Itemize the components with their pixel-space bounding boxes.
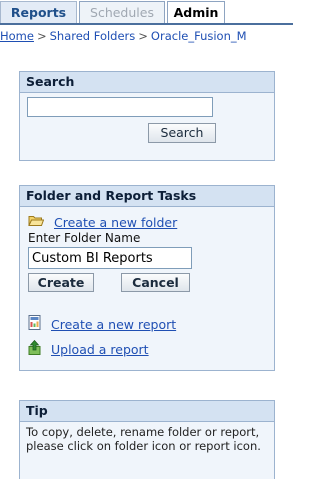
breadcrumb-home-link[interactable]: Home bbox=[0, 29, 34, 43]
tab-schedules[interactable]: Schedules bbox=[79, 1, 165, 23]
tab-underline bbox=[0, 23, 293, 25]
folder-name-label: Enter Folder Name bbox=[28, 231, 141, 245]
create-folder-button[interactable]: Create bbox=[28, 273, 94, 292]
create-folder-row: Create a new folder bbox=[28, 214, 177, 231]
upload-report-row: Upload a report bbox=[28, 339, 149, 359]
search-button[interactable]: Search bbox=[148, 123, 216, 143]
breadcrumb-shared-folders-link[interactable]: Shared Folders bbox=[50, 29, 136, 43]
cancel-button[interactable]: Cancel bbox=[121, 273, 190, 292]
tasks-panel-title: Folder and Report Tasks bbox=[20, 186, 274, 207]
folder-name-input[interactable] bbox=[28, 247, 192, 269]
tip-text: To copy, delete, rename folder or report… bbox=[26, 425, 261, 453]
search-panel-title: Search bbox=[20, 72, 274, 93]
report-document-icon[interactable] bbox=[28, 314, 41, 334]
tab-admin[interactable]: Admin bbox=[167, 1, 225, 23]
tip-panel: Tip To copy, delete, rename folder or re… bbox=[19, 400, 275, 479]
breadcrumb-current-folder-link[interactable]: Oracle_Fusion_M bbox=[151, 29, 247, 43]
breadcrumb-separator: > bbox=[138, 29, 148, 43]
tip-panel-title: Tip bbox=[20, 401, 274, 422]
page: Reports Schedules Admin Home > Shared Fold… bbox=[0, 0, 293, 479]
tab-bar: Reports Schedules Admin bbox=[0, 0, 293, 25]
search-panel: Search Search bbox=[19, 71, 275, 161]
breadcrumb: Home > Shared Folders > Oracle_Fusion_M bbox=[0, 28, 293, 44]
breadcrumb-separator: > bbox=[36, 29, 47, 43]
create-folder-link[interactable]: Create a new folder bbox=[54, 215, 177, 230]
tab-reports[interactable]: Reports bbox=[0, 1, 77, 23]
create-report-row: Create a new report bbox=[28, 314, 176, 334]
create-report-link[interactable]: Create a new report bbox=[51, 317, 176, 332]
search-input[interactable] bbox=[27, 97, 213, 117]
upload-arrow-icon[interactable] bbox=[28, 339, 41, 359]
upload-report-link[interactable]: Upload a report bbox=[51, 342, 149, 357]
folder-report-tasks-panel: Folder and Report Tasks Create a new fol… bbox=[19, 185, 275, 371]
open-folder-icon[interactable] bbox=[28, 214, 45, 231]
